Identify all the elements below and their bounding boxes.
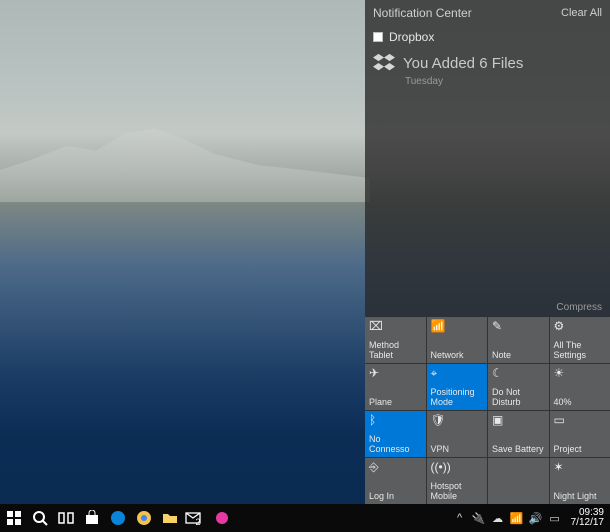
- note-icon: ✎: [492, 320, 545, 334]
- taskbar-clock[interactable]: 09:39 7/12/17: [571, 508, 604, 528]
- quick-action-connect-icon[interactable]: ⎆ Log In: [365, 458, 426, 504]
- onedrive-icon[interactable]: ☁: [491, 511, 505, 525]
- action-center-icon[interactable]: ▭: [548, 511, 562, 525]
- tile-label: Night Light: [554, 492, 607, 501]
- quick-action-bluetooth-icon[interactable]: ᛒ No Connesso: [365, 411, 426, 457]
- collapse-tiles-button[interactable]: Compress: [365, 298, 610, 317]
- tile-label: Save Battery: [492, 445, 545, 454]
- quick-action-airplane-icon[interactable]: ✈ Plane: [365, 364, 426, 410]
- tile-label: Method Tablet: [369, 341, 422, 360]
- tile-label: VPN: [431, 445, 484, 454]
- taskbar: 2 ^ 🔌 ☁ 📶 🔊 ▭ 09:39 7/12/17: [0, 504, 610, 532]
- chrome-app[interactable]: [132, 506, 156, 530]
- dropbox-icon: [373, 52, 395, 74]
- quick-action-tablet-mode-icon[interactable]: ⌧ Method Tablet: [365, 317, 426, 363]
- notification-app-name: Dropbox: [389, 30, 434, 44]
- notification-subtitle: Tuesday: [365, 76, 610, 95]
- quick-action-hotspot-icon[interactable]: ((•)) Hotspot Mobile: [427, 458, 488, 504]
- brightness-icon: ☀: [554, 367, 607, 381]
- tile-label: Plane: [369, 398, 422, 407]
- quick-action-blank-tile[interactable]: [488, 458, 549, 504]
- app-pink[interactable]: [210, 506, 234, 530]
- quick-action-moon-icon[interactable]: ☾ Do Not Disturb: [488, 364, 549, 410]
- quick-action-vpn-icon[interactable]: 🛡 VPN: [427, 411, 488, 457]
- settings-icon: ⚙: [554, 320, 607, 334]
- panel-title: Notification Center: [373, 6, 472, 20]
- quick-action-night-light-icon[interactable]: ✶ Night Light: [550, 458, 610, 504]
- tile-label: Hotspot Mobile: [431, 482, 484, 501]
- tile-label: All The Settings: [554, 341, 607, 360]
- hotspot-icon: ((•)): [431, 461, 484, 475]
- quick-action-project-icon[interactable]: ▭ Project: [550, 411, 610, 457]
- battery-saver-icon: ▣: [492, 414, 545, 428]
- tray-chevron-icon[interactable]: ^: [453, 511, 467, 525]
- connect-icon: ⎆: [369, 461, 422, 475]
- tile-label: Log In: [369, 492, 422, 501]
- moon-icon: ☾: [492, 367, 545, 381]
- project-icon: ▭: [554, 414, 607, 428]
- edge-app[interactable]: [106, 506, 130, 530]
- network-icon: 📶: [431, 320, 484, 334]
- explorer-app[interactable]: [158, 506, 182, 530]
- notification-app-header[interactable]: Dropbox: [365, 26, 610, 46]
- wifi-icon[interactable]: 📶: [510, 511, 524, 525]
- bluetooth-icon: ᛒ: [369, 414, 422, 428]
- quick-action-network-icon[interactable]: 📶 Network: [427, 317, 488, 363]
- clock-date: 7/12/17: [571, 518, 604, 528]
- tile-label: Network: [431, 351, 484, 360]
- tile-label: Note: [492, 351, 545, 360]
- tile-label: 40%: [554, 398, 607, 407]
- desktop-wallpaper: Notification Center Clear All Dropbox Yo…: [0, 0, 610, 532]
- mail-app[interactable]: 2: [184, 506, 208, 530]
- night-light-icon: ✶: [554, 461, 607, 475]
- quick-action-settings-icon[interactable]: ⚙ All The Settings: [550, 317, 610, 363]
- tile-label: Positioning Mode: [431, 388, 484, 407]
- store-app[interactable]: [80, 506, 104, 530]
- tile-label: No Connesso: [369, 435, 422, 454]
- quick-action-location-icon[interactable]: ⌖ Positioning Mode: [427, 364, 488, 410]
- airplane-icon: ✈: [369, 367, 422, 381]
- volume-icon[interactable]: 🔊: [529, 511, 543, 525]
- dropbox-app-icon: [373, 32, 383, 42]
- power-icon[interactable]: 🔌: [472, 511, 486, 525]
- action-center-panel: Notification Center Clear All Dropbox Yo…: [365, 0, 610, 504]
- location-icon: ⌖: [431, 367, 484, 381]
- start-button[interactable]: [2, 506, 26, 530]
- clear-all-button[interactable]: Clear All: [561, 7, 602, 19]
- notification-title: You Added 6 Files: [403, 55, 523, 72]
- quick-action-note-icon[interactable]: ✎ Note: [488, 317, 549, 363]
- tile-label: Project: [554, 445, 607, 454]
- vpn-icon: 🛡: [431, 414, 484, 428]
- tablet-mode-icon: ⌧: [369, 320, 422, 334]
- quick-action-battery-saver-icon[interactable]: ▣ Save Battery: [488, 411, 549, 457]
- quick-action-brightness-icon[interactable]: ☀ 40%: [550, 364, 610, 410]
- blank-tile: [492, 461, 545, 475]
- task-view-button[interactable]: [54, 506, 78, 530]
- mail-badge: 2: [195, 517, 200, 527]
- quick-actions-grid: ⌧ Method Tablet 📶 Network ✎ Note ⚙ All The Sett…: [365, 317, 610, 504]
- notification-item[interactable]: You Added 6 Files: [365, 46, 610, 76]
- search-button[interactable]: [28, 506, 52, 530]
- tile-label: Do Not Disturb: [492, 388, 545, 407]
